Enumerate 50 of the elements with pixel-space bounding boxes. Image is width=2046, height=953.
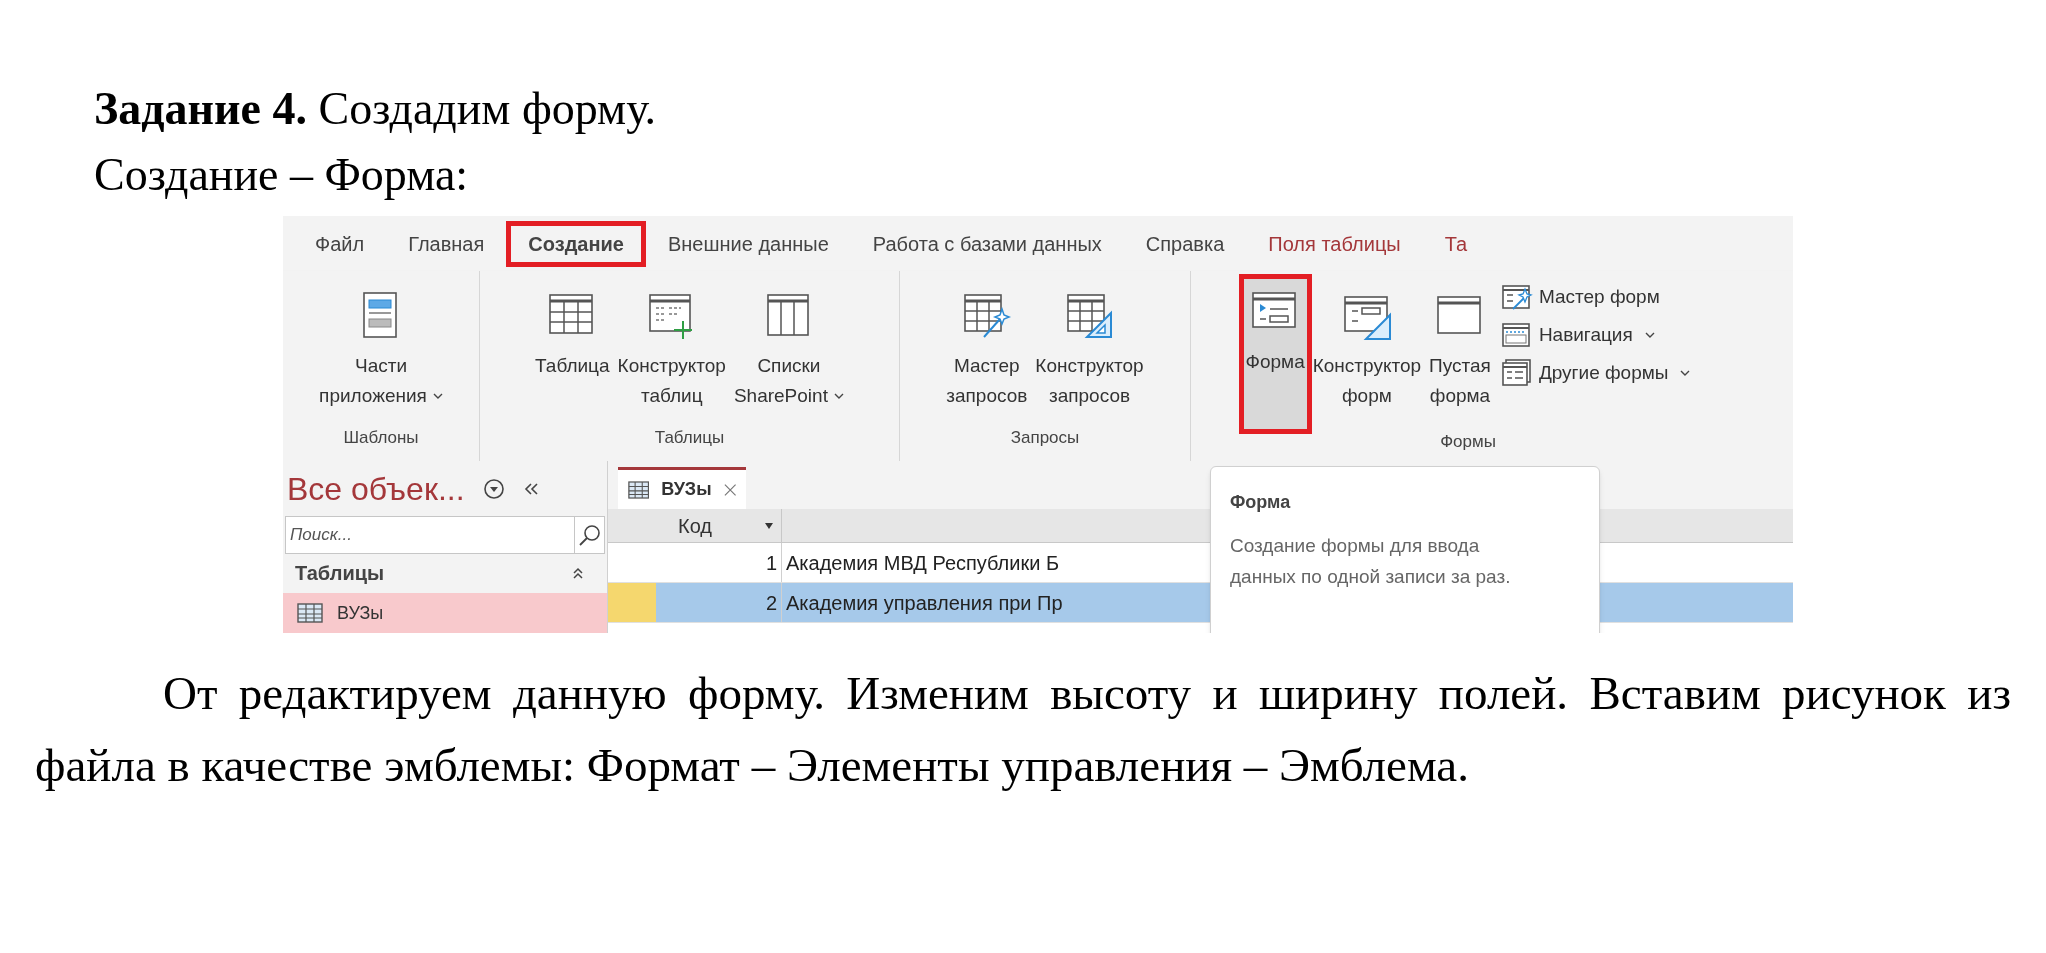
- search-icon[interactable]: [577, 522, 602, 547]
- task-heading: Задание 4. Создадим форму.: [94, 82, 658, 136]
- ribbon-button[interactable]: Пустая форма: [1427, 283, 1493, 411]
- ribbon-tab[interactable]: Файл: [293, 220, 387, 267]
- ribbon-tab[interactable]: Поля таблицы: [1246, 220, 1423, 267]
- ribbon-button[interactable]: Части приложения: [317, 283, 445, 411]
- collapse-icon[interactable]: [522, 480, 539, 497]
- ribbon-button[interactable]: Мастер форм: [1498, 279, 1693, 315]
- chevron-down-icon: [432, 393, 443, 401]
- ribbon-tab[interactable]: Работа с базами данных: [850, 220, 1124, 267]
- table-icon: [297, 603, 323, 623]
- ribbon-button[interactable]: Таблица: [533, 283, 612, 381]
- ribbon-tab[interactable]: Главная: [386, 220, 507, 267]
- chevron-down-icon: [1644, 331, 1655, 339]
- group-label: Шаблоны: [342, 427, 420, 449]
- dropdown-arrow-icon[interactable]: [765, 522, 773, 529]
- close-icon[interactable]: [723, 482, 736, 497]
- ribbon-tab[interactable]: Создание: [506, 220, 646, 267]
- task-path: Создание – Форма:: [94, 148, 470, 202]
- chevron-down-icon: [1680, 369, 1691, 377]
- group-label: Запросы: [1009, 427, 1081, 449]
- ribbon-tab[interactable]: Справка: [1123, 220, 1247, 267]
- ribbon-button[interactable]: Мастер запросов: [944, 283, 1030, 411]
- section-header: Таблицы: [295, 561, 385, 587]
- ribbon-tab[interactable]: Внешние данные: [645, 220, 851, 267]
- nav-item[interactable]: ВУЗы: [283, 593, 607, 633]
- table-cell-text: Академия управления при Пр: [785, 591, 1063, 616]
- ribbon-button[interactable]: Конструктор запросов: [1033, 283, 1146, 411]
- chevron-down-icon: [833, 393, 844, 401]
- ribbon-button[interactable]: Навигация: [1498, 317, 1693, 353]
- tooltip-title: Форма: [1230, 491, 1292, 514]
- collapse-up-icon[interactable]: [571, 566, 585, 581]
- document-tab[interactable]: ВУЗы: [618, 467, 746, 509]
- ribbon-tab[interactable]: Та: [1422, 220, 1490, 267]
- table-icon: [628, 479, 650, 500]
- column-header[interactable]: Код: [656, 509, 782, 542]
- table-cell: 1: [656, 543, 782, 582]
- table-cell-text: Академия МВД Республики Б: [785, 551, 1060, 576]
- dropdown-icon[interactable]: [482, 477, 505, 500]
- pane-title: Все объек...: [287, 469, 465, 509]
- table-ruler-icon: [1064, 291, 1115, 341]
- ribbon-button[interactable]: Конструктор таблиц: [615, 283, 728, 411]
- ribbon-button[interactable]: Конструктор форм: [1310, 283, 1424, 411]
- group-label: Формы: [1439, 431, 1497, 453]
- group-label: Таблицы: [653, 427, 726, 449]
- ribbon-button[interactable]: Другие формы: [1498, 355, 1693, 391]
- ribbon-button[interactable]: Списки SharePoint: [731, 283, 846, 411]
- form-list-icon: [1500, 357, 1533, 389]
- table-cell: 2: [656, 583, 782, 622]
- paragraph: От редактируем данную форму. Изменим высоту и ширину полей. Вставим рисунок из файла в качестве эмблемы: Формат – Элементы управления – Эмблема.: [35, 666, 2011, 793]
